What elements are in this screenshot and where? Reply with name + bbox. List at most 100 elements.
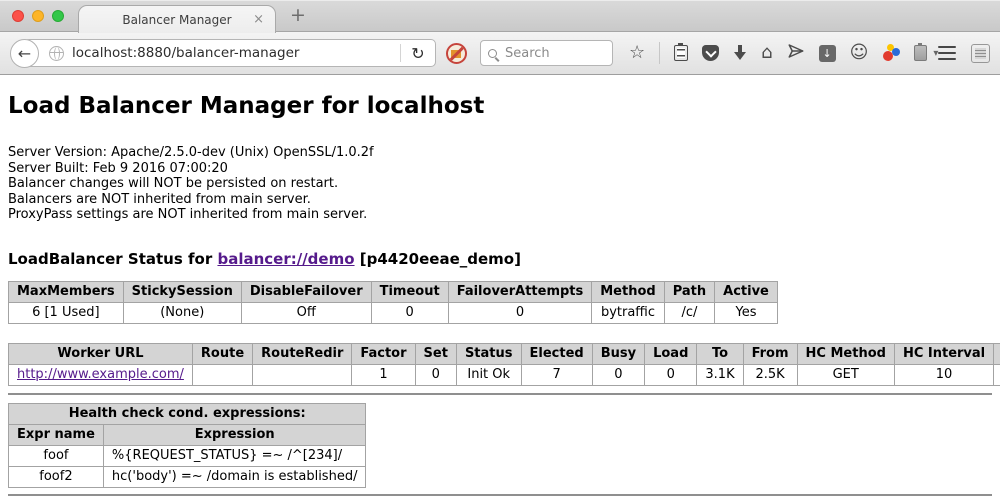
extension-dots-icon[interactable] <box>882 44 900 62</box>
server-info: Server Version: Apache/2.5.0-dev (Unix) … <box>8 145 992 223</box>
col-header: Path <box>664 281 714 302</box>
col-header: DisableFailover <box>241 281 371 302</box>
col-header: Expr name <box>9 424 104 445</box>
tab-close-icon[interactable]: × <box>253 12 264 27</box>
cell-failoverattempts: 0 <box>448 302 592 323</box>
screenshot-extension-icon[interactable] <box>971 44 990 63</box>
cell-stickysession: (None) <box>123 302 241 323</box>
tab-balancer-manager[interactable]: Balancer Manager × <box>78 5 276 33</box>
health-check-table: Health check cond. expressions: Expr nam… <box>8 403 366 488</box>
cell-active: Yes <box>715 302 778 323</box>
status-heading-suffix: [p4420eeae_demo] <box>355 250 521 268</box>
balancers-notice-line: Balancers are NOT inherited from main se… <box>8 192 992 208</box>
col-header: Route <box>192 343 252 364</box>
cell-from: 2.5K <box>743 364 797 385</box>
url-bar[interactable]: localhost:8880/balancer-manager ↻ <box>24 39 436 67</box>
site-identity-globe-icon[interactable] <box>49 46 64 61</box>
col-header: Busy <box>592 343 644 364</box>
home-icon[interactable]: ⌂ <box>761 44 772 62</box>
search-icon <box>488 49 497 58</box>
cell-busy: 0 <box>592 364 644 385</box>
table-header-row: MaxMembers StickySession DisableFailover… <box>9 281 778 302</box>
table-title-row: Health check cond. expressions: <box>9 403 366 424</box>
table-row: http://www.example.com/ 1 0 Init Ok 7 0 … <box>9 364 1000 385</box>
reload-button[interactable]: ↻ <box>401 44 435 63</box>
col-header: RouteRedir <box>253 343 352 364</box>
cell-status: Init Ok <box>456 364 521 385</box>
proxypass-notice-line: ProxyPass settings are NOT inherited fro… <box>8 207 992 223</box>
cell-timeout: 0 <box>371 302 448 323</box>
server-built-line: Server Built: Feb 9 2016 07:00:20 <box>8 161 992 177</box>
downloads-icon[interactable] <box>733 45 747 61</box>
tab-bar: Balancer Manager × + <box>0 0 1000 32</box>
col-header: To <box>697 343 743 364</box>
balancer-demo-link[interactable]: balancer://demo <box>217 250 354 268</box>
bookmarks-sidebar-icon[interactable] <box>674 45 688 61</box>
col-header: Passes <box>994 343 1000 364</box>
cell-disablefailover: Off <box>241 302 371 323</box>
col-header: From <box>743 343 797 364</box>
col-header: Set <box>415 343 456 364</box>
col-header: Elected <box>521 343 592 364</box>
server-version-line: Server Version: Apache/2.5.0-dev (Unix) … <box>8 145 992 161</box>
divider-rule <box>8 393 992 395</box>
new-tab-button[interactable]: + <box>290 4 306 26</box>
window-controls <box>12 10 64 22</box>
col-header: StickySession <box>123 281 241 302</box>
col-header: Expression <box>103 424 366 445</box>
table-header-row: Worker URL Route RouteRedir Factor Set S… <box>9 343 1000 364</box>
search-bar[interactable] <box>480 40 613 66</box>
persist-notice-line: Balancer changes will NOT be persisted o… <box>8 176 992 192</box>
cell-passes: 1 (0) <box>994 364 1000 385</box>
tab-title: Balancer Manager <box>122 13 231 27</box>
search-input[interactable] <box>503 45 598 62</box>
health-table-title: Health check cond. expressions: <box>9 403 366 424</box>
worker-url-link[interactable]: http://www.example.com/ <box>17 367 184 382</box>
download-manager-icon[interactable]: ↓ <box>819 45 836 62</box>
col-header: Status <box>456 343 521 364</box>
col-header: Worker URL <box>9 343 193 364</box>
cell-routeredir <box>253 364 352 385</box>
col-header: Load <box>645 343 697 364</box>
cell-expr-name: foof <box>9 445 104 466</box>
table-row: foof %{REQUEST_STATUS} =~ /^[234]/ <box>9 445 366 466</box>
plugin-blocked-icon[interactable] <box>446 43 467 64</box>
cell-maxmembers: 6 [1 Used] <box>9 302 124 323</box>
col-header: HC Method <box>797 343 894 364</box>
col-header: HC Interval <box>894 343 993 364</box>
bookmark-star-icon[interactable]: ☆ <box>629 44 645 62</box>
clipboard-extension-icon[interactable] <box>914 45 927 61</box>
table-row: 6 [1 Used] (None) Off 0 0 bytraffic /c/ … <box>9 302 778 323</box>
browser-window: Balancer Manager × + ← localhost:8880/ba… <box>0 0 1000 491</box>
col-header: Method <box>592 281 664 302</box>
cell-worker-url: http://www.example.com/ <box>9 364 193 385</box>
worker-status-table: Worker URL Route RouteRedir Factor Set S… <box>8 343 1000 386</box>
cell-route <box>192 364 252 385</box>
balancer-settings-table: MaxMembers StickySession DisableFailover… <box>8 281 778 324</box>
page-title: Load Balancer Manager for localhost <box>8 93 992 119</box>
cell-elected: 7 <box>521 364 592 385</box>
back-button[interactable]: ← <box>10 39 39 68</box>
col-header: MaxMembers <box>9 281 124 302</box>
col-header: FailoverAttempts <box>448 281 592 302</box>
menu-button[interactable] <box>938 46 956 61</box>
col-header: Timeout <box>371 281 448 302</box>
status-heading-prefix: LoadBalancer Status for <box>8 250 217 268</box>
col-header: Factor <box>352 343 415 364</box>
feedback-smiley-icon[interactable]: ☺ <box>850 44 869 62</box>
pocket-icon[interactable] <box>702 45 719 61</box>
minimize-window-button[interactable] <box>32 10 44 22</box>
table-header-row: Expr name Expression <box>9 424 366 445</box>
cell-to: 3.1K <box>697 364 743 385</box>
cell-expr-name: foof2 <box>9 466 104 487</box>
zoom-window-button[interactable] <box>52 10 64 22</box>
cell-set: 0 <box>415 364 456 385</box>
cell-load: 0 <box>645 364 697 385</box>
toolbar-icons: ☆ ⌂ ↓ ☺ ▾ <box>629 42 938 64</box>
cell-expression: hc('body') =~ /domain is established/ <box>103 466 366 487</box>
close-window-button[interactable] <box>12 10 24 22</box>
page-content: Load Balancer Manager for localhost Serv… <box>0 75 1000 496</box>
url-text[interactable]: localhost:8880/balancer-manager <box>72 45 299 61</box>
send-tab-icon[interactable] <box>787 42 805 64</box>
cell-expression: %{REQUEST_STATUS} =~ /^[234]/ <box>103 445 366 466</box>
